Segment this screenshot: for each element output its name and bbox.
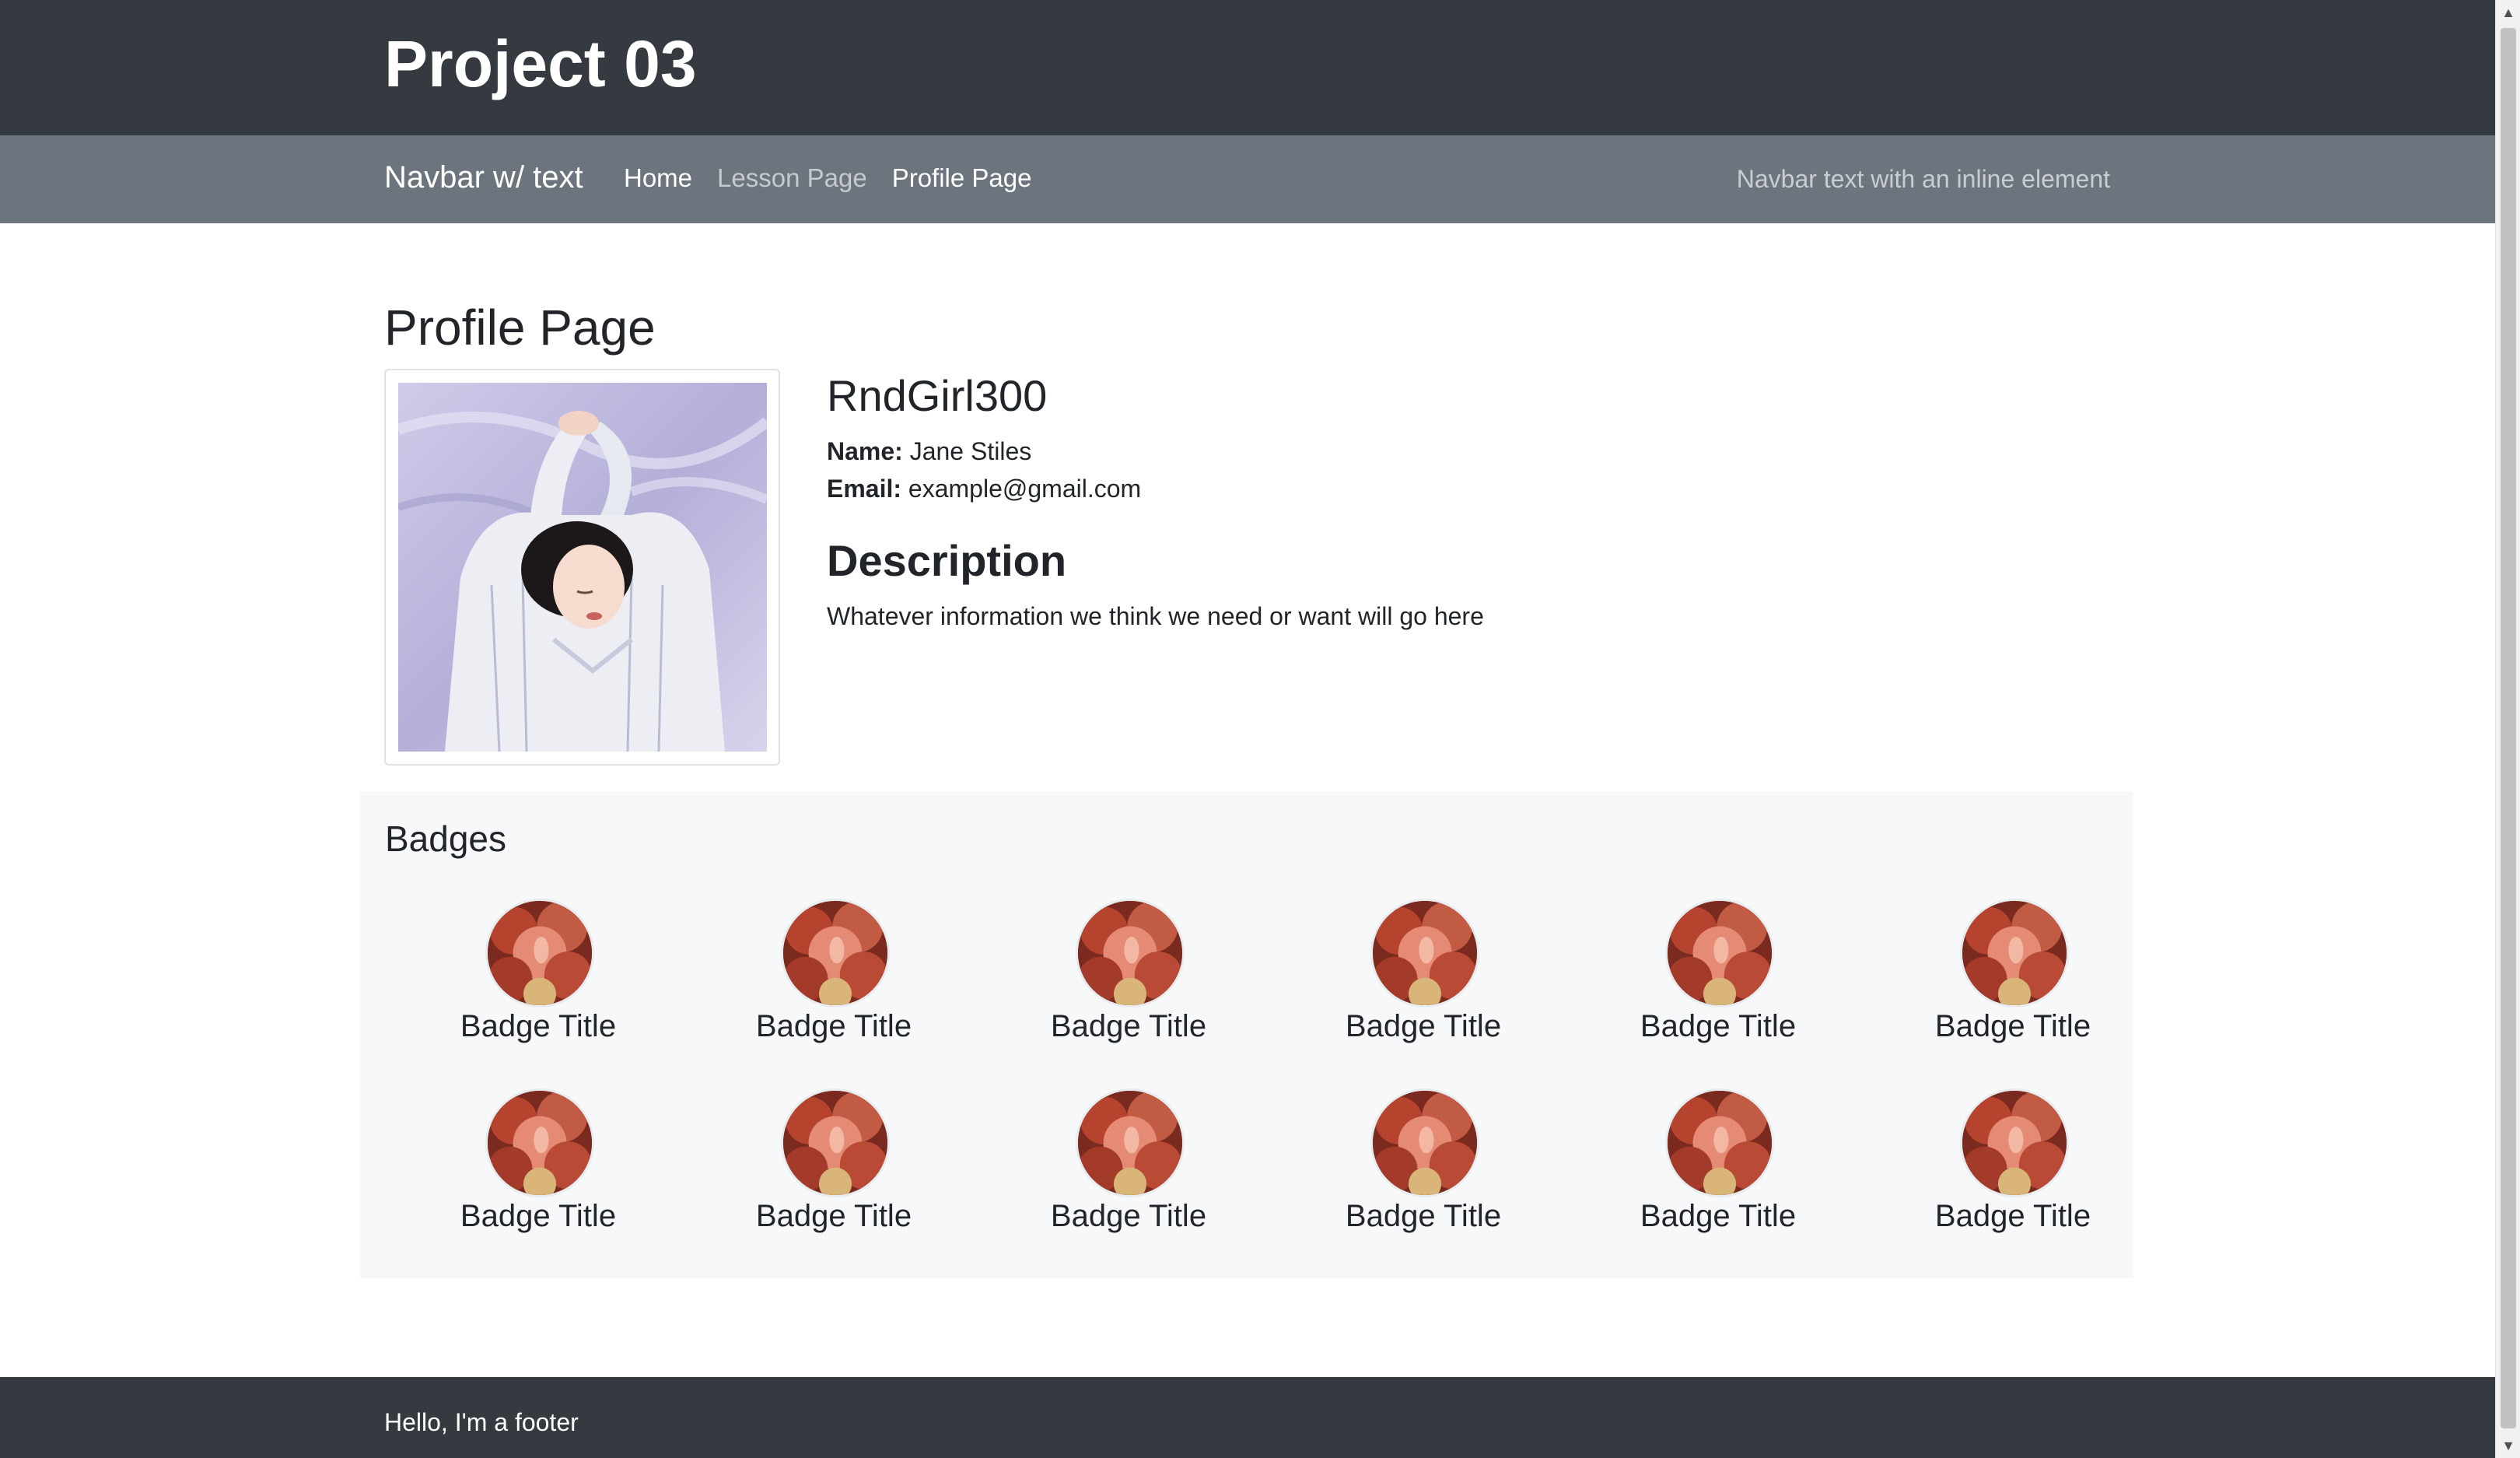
description-title: Description — [827, 536, 1067, 585]
profile-photo — [398, 383, 767, 752]
badge-title: Badge Title — [1345, 1009, 1502, 1043]
badge-item[interactable]: Badge Title — [1570, 899, 1866, 1070]
site-title: Project 03 — [384, 27, 697, 100]
badge-image — [485, 899, 594, 1008]
badge-image — [1370, 899, 1479, 1008]
name-label: Name: — [827, 437, 903, 465]
badge-item[interactable]: Badge Title — [1570, 1088, 1866, 1260]
nav-link-profile-page[interactable]: Profile Page — [892, 163, 1032, 193]
navbar-text: Navbar text with an inline element — [1736, 165, 2110, 193]
profile-name: Name: Jane Stiles — [827, 437, 1031, 466]
footer-text: Hello, I'm a footer — [384, 1408, 579, 1436]
badge-title: Badge Title — [1050, 1199, 1207, 1233]
badge-item[interactable]: Badge Title — [1865, 899, 2161, 1070]
badge-item[interactable]: Badge Title — [981, 899, 1276, 1070]
badge-title: Badge Title — [1934, 1199, 2091, 1233]
badge-title: Badge Title — [755, 1009, 912, 1043]
profile-photo-frame — [384, 369, 780, 766]
badge-image — [1960, 899, 2069, 1008]
scrollbar-thumb[interactable] — [2501, 28, 2516, 1428]
badge-title: Badge Title — [1934, 1009, 2091, 1043]
site-header: Project 03 — [0, 0, 2495, 135]
badge-item[interactable]: Badge Title — [686, 1088, 982, 1260]
badge-item[interactable]: Badge Title — [981, 1088, 1276, 1260]
site-footer: Hello, I'm a footer — [0, 1377, 2495, 1458]
scroll-up-arrow-icon[interactable]: ▲ — [2496, 0, 2520, 25]
badge-title: Badge Title — [460, 1009, 617, 1043]
nav-links: Home Lesson Page Profile Page — [624, 163, 1031, 193]
badge-item[interactable]: Badge Title — [1276, 899, 1571, 1070]
badge-image — [1960, 1088, 2069, 1197]
username: RndGirl300 — [827, 371, 1048, 420]
profile-email: Email: example@gmail.com — [827, 475, 1141, 503]
badge-image — [1076, 899, 1185, 1008]
badge-title: Badge Title — [1640, 1199, 1797, 1233]
badge-image — [1665, 1088, 1774, 1197]
badge-image — [781, 899, 890, 1008]
email-label: Email: — [827, 475, 902, 503]
badge-title: Badge Title — [460, 1199, 617, 1233]
navbar: Navbar w/ text Home Lesson Page Profile … — [0, 135, 2495, 223]
badge-item[interactable]: Badge Title — [390, 1088, 686, 1260]
badge-image — [1076, 1088, 1185, 1197]
badge-title: Badge Title — [1345, 1199, 1502, 1233]
page: Project 03 Navbar w/ text Home Lesson Pa… — [0, 0, 2520, 1458]
badge-item[interactable]: Badge Title — [686, 899, 982, 1070]
badges-section: Badges Badge Title Badge Title Badge Title… — [360, 791, 2133, 1278]
badge-image — [1665, 899, 1774, 1008]
nav-link-lesson-page[interactable]: Lesson Page — [717, 163, 867, 193]
page-title: Profile Page — [384, 300, 656, 356]
badge-image — [485, 1088, 594, 1197]
scroll-down-arrow-icon[interactable]: ▼ — [2496, 1433, 2520, 1458]
badges-title: Badges — [385, 818, 507, 859]
badge-item[interactable]: Badge Title — [390, 899, 686, 1070]
badge-title: Badge Title — [755, 1199, 912, 1233]
email-value: example@gmail.com — [908, 475, 1142, 503]
badge-item[interactable]: Badge Title — [1276, 1088, 1571, 1260]
badge-image — [781, 1088, 890, 1197]
vertical-scrollbar[interactable]: ▲ ▼ — [2495, 0, 2520, 1458]
badge-title: Badge Title — [1050, 1009, 1207, 1043]
navbar-brand[interactable]: Navbar w/ text — [384, 160, 583, 195]
name-value: Jane Stiles — [909, 437, 1032, 465]
badge-image — [1370, 1088, 1479, 1197]
description-text: Whatever information we think we need or… — [827, 602, 1484, 630]
badge-item[interactable]: Badge Title — [1865, 1088, 2161, 1260]
nav-link-home[interactable]: Home — [624, 163, 692, 193]
badge-title: Badge Title — [1640, 1009, 1797, 1043]
